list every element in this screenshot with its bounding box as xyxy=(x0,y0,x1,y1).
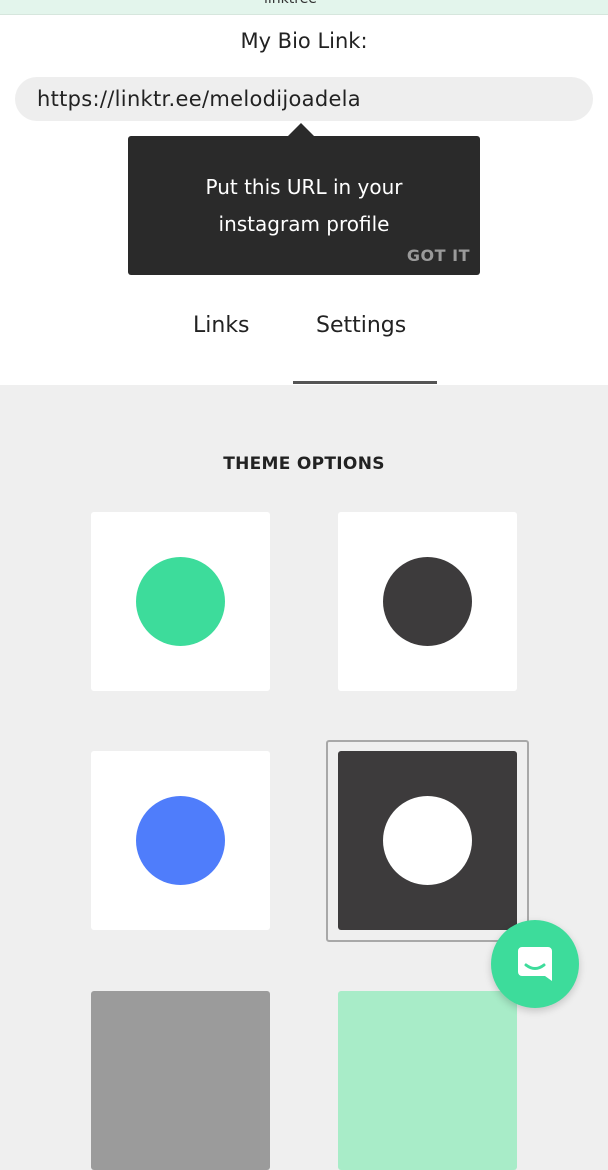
tooltip-arrow xyxy=(288,123,314,136)
tab-links[interactable]: Links xyxy=(193,313,250,338)
theme-swatch-dot xyxy=(383,796,472,885)
theme-option-green[interactable] xyxy=(91,512,270,691)
tooltip-line-1: Put this URL in your xyxy=(205,175,403,199)
theme-swatch-dot xyxy=(136,557,225,646)
theme-option-blue[interactable] xyxy=(91,751,270,930)
chat-support-button[interactable] xyxy=(491,920,579,1008)
bio-link-label: My Bio Link: xyxy=(240,29,368,53)
bio-url-field[interactable]: https://linktr.ee/melodijoadela xyxy=(15,77,593,121)
theme-swatch-dot xyxy=(383,557,472,646)
theme-option-mint[interactable] xyxy=(338,991,517,1170)
theme-swatch-dot xyxy=(136,796,225,885)
theme-option-dark-dot[interactable] xyxy=(338,512,517,691)
bio-link-section: My Bio Link: https://linktr.ee/melodijoa… xyxy=(0,15,608,385)
tooltip-message: Put this URL in your instagram profile xyxy=(148,169,460,243)
theme-option-gray[interactable] xyxy=(91,991,270,1170)
site-name: linktree xyxy=(264,0,317,7)
got-it-button[interactable]: GOT IT xyxy=(407,246,470,265)
url-tooltip: Put this URL in your instagram profile G… xyxy=(128,123,480,275)
chat-bubble-icon xyxy=(518,947,552,981)
browser-status-strip: linktree xyxy=(0,0,608,15)
active-tab-indicator xyxy=(293,381,437,384)
tab-settings[interactable]: Settings xyxy=(316,313,406,338)
theme-option-dark[interactable] xyxy=(338,751,517,930)
theme-options-heading: THEME OPTIONS xyxy=(223,454,385,474)
tooltip-line-2: instagram profile xyxy=(218,212,390,236)
